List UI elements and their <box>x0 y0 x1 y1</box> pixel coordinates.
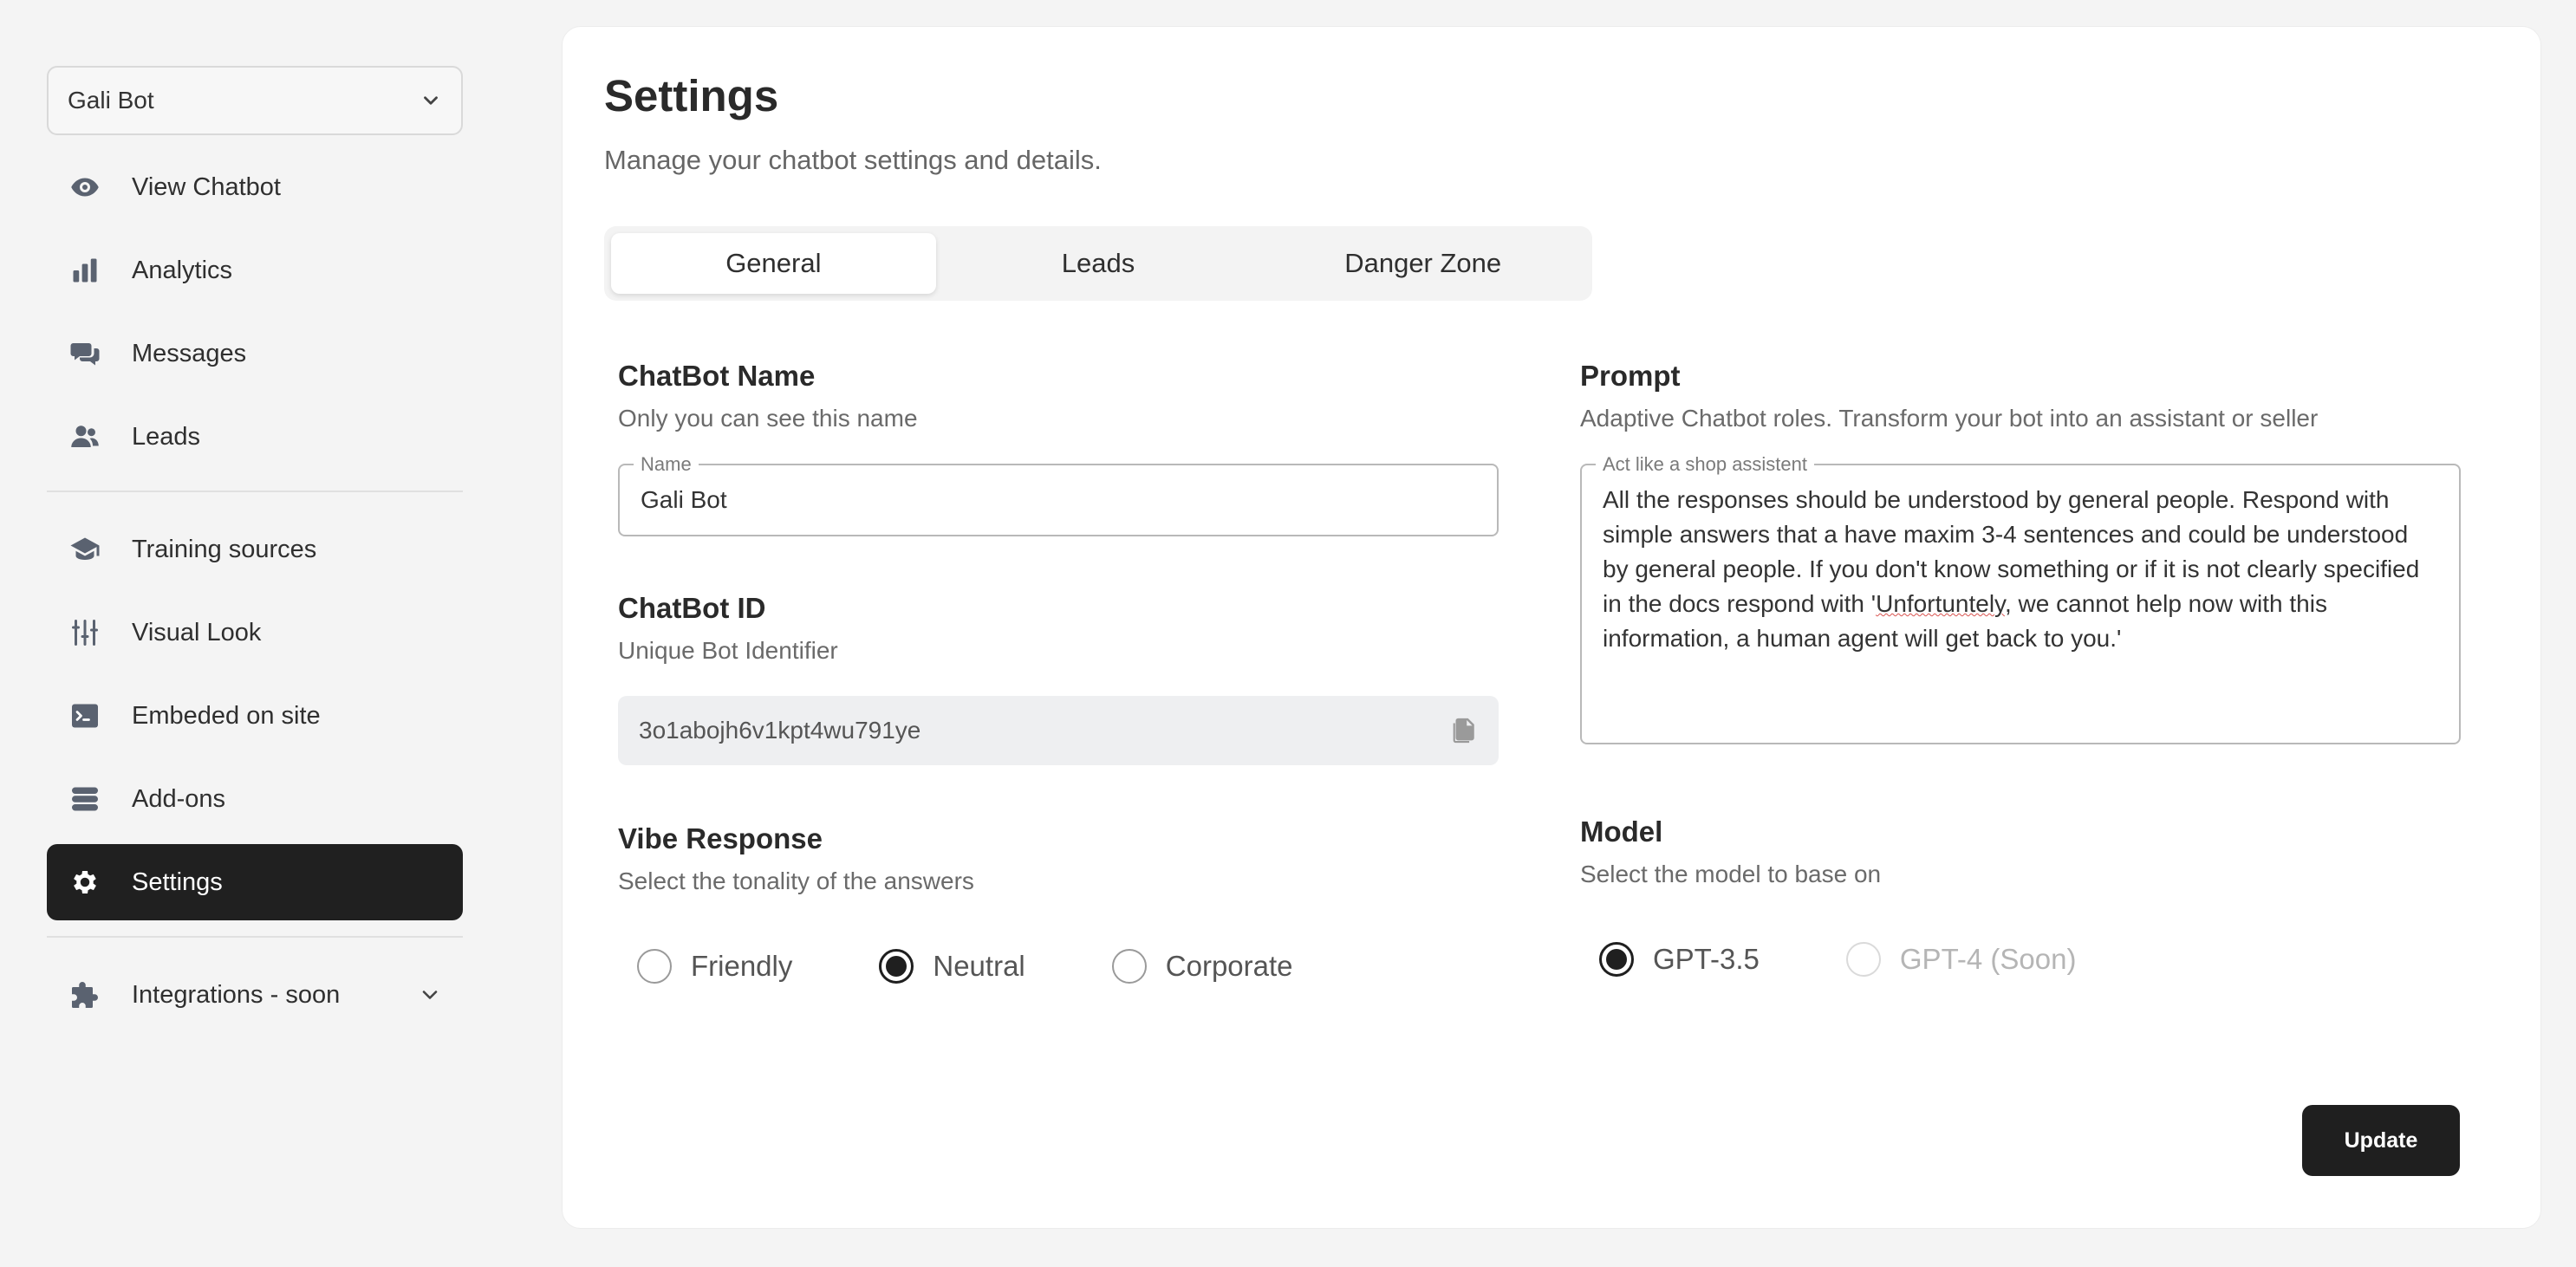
terminal-icon <box>68 698 102 733</box>
radio-button[interactable] <box>1111 949 1147 984</box>
update-button[interactable]: Update <box>2302 1105 2460 1176</box>
model-option-gpt-3-5[interactable]: GPT-3.5 <box>1599 942 1760 977</box>
radio-label: Neutral <box>933 950 1025 982</box>
puzzle-icon <box>68 978 102 1012</box>
prompt-field-label: Act like a shop assistent <box>1596 453 1815 476</box>
page-subtitle: Manage your chatbot settings and details… <box>604 145 1102 175</box>
section-title: Model <box>1580 815 1663 848</box>
sidebar-item-view-chatbot[interactable]: View Chatbot <box>47 149 463 225</box>
settings-card: Settings Manage your chatbot settings an… <box>562 26 2541 1229</box>
settings-tabs: General Leads Danger Zone <box>604 226 1592 301</box>
sidebar-item-training-sources[interactable]: Training sources <box>47 511 463 588</box>
chatbot-id-value: 3o1abojh6v1kpt4wu791ye <box>639 717 921 744</box>
radio-label: Corporate <box>1165 950 1293 982</box>
model-option-gpt-4: GPT-4 (Soon) <box>1845 942 2077 977</box>
sidebar-item-label: Add-ons <box>132 784 226 813</box>
tab-leads[interactable]: Leads <box>936 233 1261 294</box>
sidebar-item-label: Training sources <box>132 535 317 563</box>
users-icon <box>68 419 102 454</box>
chatbot-id-section: ChatBot ID Unique Bot Identifier 3o1aboj… <box>618 592 1499 765</box>
sidebar-item-embeded-on-site[interactable]: Embeded on site <box>47 678 463 754</box>
bar-chart-icon <box>68 253 102 288</box>
prompt-textarea[interactable]: All the responses should be understood b… <box>1582 465 2459 743</box>
sidebar-item-label: Leads <box>132 422 201 451</box>
section-title: Prompt <box>1580 360 1681 392</box>
vibe-radio-group: Friendly Neutral Corporate <box>618 949 1499 984</box>
chevron-down-icon <box>424 96 438 105</box>
tab-danger-zone[interactable]: Danger Zone <box>1260 233 1585 294</box>
sidebar-item-analytics[interactable]: Analytics <box>47 232 463 309</box>
sidebar-item-settings[interactable]: Settings <box>47 844 463 920</box>
section-subtitle: Select the tonality of the answers <box>618 867 974 894</box>
sidebar-item-messages[interactable]: Messages <box>47 315 463 392</box>
sidebar-divider <box>47 491 463 492</box>
graduation-cap-icon <box>68 532 102 567</box>
vibe-option-friendly[interactable]: Friendly <box>637 949 792 984</box>
sidebar-item-label: Settings <box>132 867 223 896</box>
sidebar-item-label: View Chatbot <box>132 172 281 201</box>
chat-bubbles-icon <box>68 336 102 371</box>
radio-label: Friendly <box>691 950 793 982</box>
misspelled-word: Unfortuntely <box>1876 590 2005 617</box>
section-title: Vibe Response <box>618 822 823 854</box>
section-subtitle: Unique Bot Identifier <box>618 637 838 664</box>
sidebar-nav: View Chatbot Analytics Messages Leads <box>47 149 463 475</box>
eye-icon <box>68 170 102 205</box>
bot-selector-value: Gali Bot <box>68 87 154 114</box>
sidebar-item-integrations[interactable]: Integrations - soon <box>47 957 463 1033</box>
vibe-option-neutral[interactable]: Neutral <box>879 949 1025 984</box>
sliders-icon <box>68 615 102 650</box>
prompt-field: Act like a shop assistent All the respon… <box>1580 453 2461 744</box>
page-title: Settings <box>604 71 779 120</box>
sidebar-item-visual-look[interactable]: Visual Look <box>47 595 463 671</box>
radio-button[interactable] <box>879 949 914 984</box>
sidebar-item-label: Integrations - soon <box>132 980 341 1009</box>
sidebar-nav-secondary: Training sources Visual Look Embeded on … <box>47 511 463 920</box>
name-field-label: Name <box>634 453 699 476</box>
radio-button[interactable] <box>1599 942 1634 977</box>
radio-button <box>1845 942 1881 977</box>
vibe-option-corporate[interactable]: Corporate <box>1111 949 1293 984</box>
sidebar-item-label: Visual Look <box>132 618 262 646</box>
name-field: Name Gali Bot <box>618 453 1499 536</box>
database-icon <box>68 782 102 816</box>
section-title: ChatBot ID <box>618 592 766 624</box>
sidebar-item-label: Messages <box>132 339 247 367</box>
bot-selector[interactable]: Gali Bot <box>47 66 463 135</box>
radio-label: GPT-4 (Soon) <box>1899 943 2077 975</box>
model-radio-group: GPT-3.5 GPT-4 (Soon) <box>1580 942 2461 977</box>
section-subtitle: Adaptive Chatbot roles. Transform your b… <box>1580 405 2319 432</box>
sidebar: Gali Bot View Chatbot Analytics Messages <box>47 66 463 1040</box>
sidebar-item-label: Analytics <box>132 256 233 284</box>
chatbot-name-section: ChatBot Name Only you can see this name … <box>618 360 1499 536</box>
section-title: ChatBot Name <box>618 360 816 392</box>
section-subtitle: Only you can see this name <box>618 405 918 432</box>
sidebar-item-add-ons[interactable]: Add-ons <box>47 761 463 837</box>
copy-icon[interactable] <box>1448 714 1478 747</box>
name-input[interactable]: Gali Bot <box>620 465 1497 535</box>
prompt-section: Prompt Adaptive Chatbot roles. Transform… <box>1580 360 2461 744</box>
radio-button[interactable] <box>637 949 672 984</box>
sidebar-item-leads[interactable]: Leads <box>47 399 463 475</box>
tab-general[interactable]: General <box>611 233 936 294</box>
sidebar-item-label: Embeded on site <box>132 701 321 730</box>
vibe-response-section: Vibe Response Select the tonality of the… <box>618 822 1499 984</box>
sidebar-divider <box>47 936 463 938</box>
model-section: Model Select the model to base on GPT-3.… <box>1580 815 2461 977</box>
chatbot-id-field: 3o1abojh6v1kpt4wu791ye <box>618 696 1499 765</box>
chevron-down-icon <box>422 991 438 999</box>
section-subtitle: Select the model to base on <box>1580 861 1882 887</box>
radio-label: GPT-3.5 <box>1653 943 1760 975</box>
gear-icon <box>68 865 102 900</box>
